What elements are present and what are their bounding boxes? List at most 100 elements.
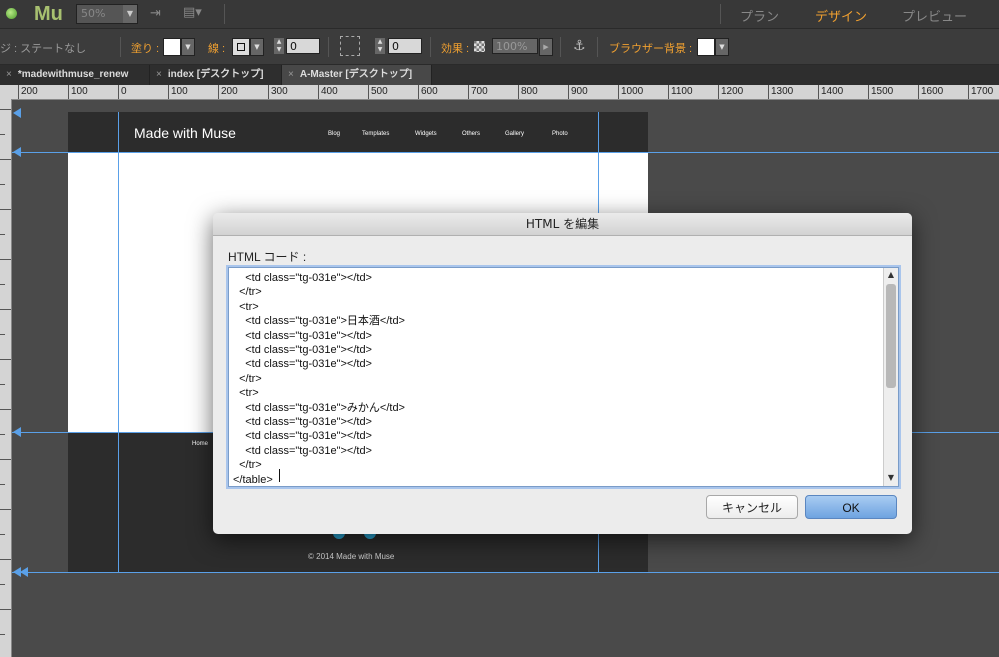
muse-logo: Mu [34, 3, 63, 25]
nav-item-gallery[interactable]: Gallery [505, 131, 524, 137]
zoom-value: 50% [81, 7, 106, 20]
ruler-tick [0, 309, 11, 310]
ruler-tick [0, 259, 11, 260]
corner-radius-input[interactable]: 0 [388, 38, 422, 54]
chevron-down-icon[interactable]: ▼ [250, 38, 264, 56]
ok-button[interactable]: OK [805, 495, 897, 519]
mode-plan[interactable]: プラン [740, 6, 779, 25]
guide-handle-icon[interactable] [13, 427, 21, 437]
close-icon[interactable]: × [288, 69, 294, 80]
tab-index[interactable]: × index [デスクトップ] [150, 65, 282, 85]
fill-label: 塗り : [131, 43, 160, 55]
text-cursor [279, 469, 280, 482]
ruler-tick: 1500 [868, 85, 893, 99]
divider [120, 37, 121, 57]
ruler-tick: 800 [518, 85, 538, 99]
divider [720, 4, 721, 24]
state-label[interactable]: ジ : ステートなし [0, 40, 86, 56]
ruler-tick [0, 359, 11, 360]
nav-item-templates[interactable]: Templates [362, 131, 389, 137]
ruler-tick [0, 484, 5, 485]
code-line: <td class="tg-031e"></td> [233, 272, 372, 284]
chevron-right-icon[interactable]: ▶ [539, 38, 553, 56]
cancel-button[interactable]: キャンセル [706, 495, 798, 519]
ruler-tick [0, 109, 11, 110]
anchor-icon[interactable]: ⚓ [573, 38, 586, 54]
ruler-tick: 1400 [818, 85, 843, 99]
mode-preview[interactable]: プレビュー [902, 6, 967, 25]
ruler-tick: 700 [468, 85, 488, 99]
dialog-title: HTML を編集 [213, 213, 912, 236]
close-icon[interactable]: × [156, 69, 162, 80]
vertical-ruler[interactable] [0, 99, 12, 657]
ruler-tick [0, 134, 5, 135]
ruler-tick [0, 634, 5, 635]
scrollbar-thumb[interactable] [886, 284, 896, 388]
divider [224, 4, 225, 24]
guide-handle-icon[interactable] [13, 108, 21, 118]
code-line: <td class="tg-031e"></td> [233, 358, 372, 371]
tab-label: *madewithmuse_renew [17, 69, 129, 80]
transparency-icon[interactable] [474, 41, 485, 52]
nav-item-photo[interactable]: Photo [552, 131, 568, 137]
ruler-tick [0, 609, 11, 610]
header-guide[interactable] [12, 152, 999, 153]
ruler-tick: 200 [18, 85, 38, 99]
nav-item-blog[interactable]: Blog [328, 131, 340, 137]
close-icon[interactable]: × [6, 69, 12, 80]
chevron-down-icon[interactable]: ▼ [715, 38, 729, 56]
code-line: </table> [233, 473, 273, 486]
stroke-color-swatch[interactable] [232, 38, 250, 56]
edit-html-dialog: HTML を編集 HTML コード : <td class="tg-031e">… [213, 213, 912, 534]
stroke-stepper[interactable]: ▲ ▼ [274, 38, 284, 54]
ruler-tick: 400 [318, 85, 338, 99]
ruler-tick [0, 284, 5, 285]
code-line: <td class="tg-031e"></td> [233, 344, 372, 356]
scroll-up-icon[interactable]: ▲ [884, 268, 898, 282]
ruler-tick: 1100 [668, 85, 693, 99]
ruler-tick: 500 [368, 85, 388, 99]
browser-bg-label: ブラウザー背景 : [609, 43, 693, 55]
code-line: <td class="tg-031e"></td> [233, 329, 372, 342]
divider [430, 37, 431, 57]
vertical-scrollbar[interactable]: ▲ ▼ [883, 268, 898, 486]
code-line: <td class="tg-031e"></td> [233, 430, 372, 443]
tab-madewithmuse[interactable]: × *madewithmuse_renew [0, 65, 150, 85]
nav-item-others[interactable]: Others [462, 131, 480, 137]
export-icon[interactable]: ⇥ [150, 6, 161, 21]
corner-stepper[interactable]: ▲ ▼ [375, 38, 385, 54]
chevron-down-icon[interactable]: ▼ [181, 38, 195, 56]
column-guide[interactable] [118, 112, 119, 573]
guide-handle-icon[interactable] [13, 147, 21, 157]
code-line: <td class="tg-031e">みかん</td> [233, 401, 405, 414]
site-title[interactable]: Made with Muse [134, 125, 236, 141]
layout-icon[interactable]: ▤▾ [183, 5, 202, 20]
html-code-textarea[interactable]: <td class="tg-031e"></td> </tr> <tr> <td… [228, 267, 899, 487]
code-line: <tr> [233, 387, 259, 400]
footer-home-link[interactable]: Home [192, 441, 208, 447]
mode-design[interactable]: デザイン [815, 6, 867, 25]
ruler-tick [0, 184, 5, 185]
page-bottom-guide[interactable] [12, 572, 999, 573]
ruler-tick [0, 159, 11, 160]
opacity-input[interactable]: 100% [492, 38, 538, 54]
ruler-tick: 1000 [618, 85, 643, 99]
code-line: <tr> [233, 300, 259, 313]
scroll-down-icon[interactable]: ▼ [884, 471, 898, 485]
divider [328, 37, 329, 57]
ruler-tick [0, 234, 5, 235]
site-header[interactable]: Made with Muse Blog Templates Widgets Other… [68, 112, 648, 152]
zoom-select[interactable]: 50% ▼ [76, 4, 138, 24]
tab-a-master[interactable]: × A-Master [デスクトップ] [282, 65, 432, 85]
nav-item-widgets[interactable]: Widgets [415, 131, 437, 137]
ruler-tick: 300 [268, 85, 288, 99]
effect-label: 効果 : [441, 43, 470, 55]
chevron-down-icon[interactable]: ▼ [123, 5, 137, 23]
browser-bg-swatch[interactable] [697, 38, 715, 56]
stroke-width-input[interactable]: 0 [286, 38, 320, 54]
fill-color-swatch[interactable] [163, 38, 181, 56]
ruler-tick: 1300 [768, 85, 793, 99]
guide-handle-icon[interactable] [20, 567, 28, 577]
tab-label: index [デスクトップ] [167, 69, 264, 80]
horizontal-ruler[interactable]: 200 100 0 100 200 300 400 500 600 700 800 900 1000 11… [0, 85, 999, 100]
